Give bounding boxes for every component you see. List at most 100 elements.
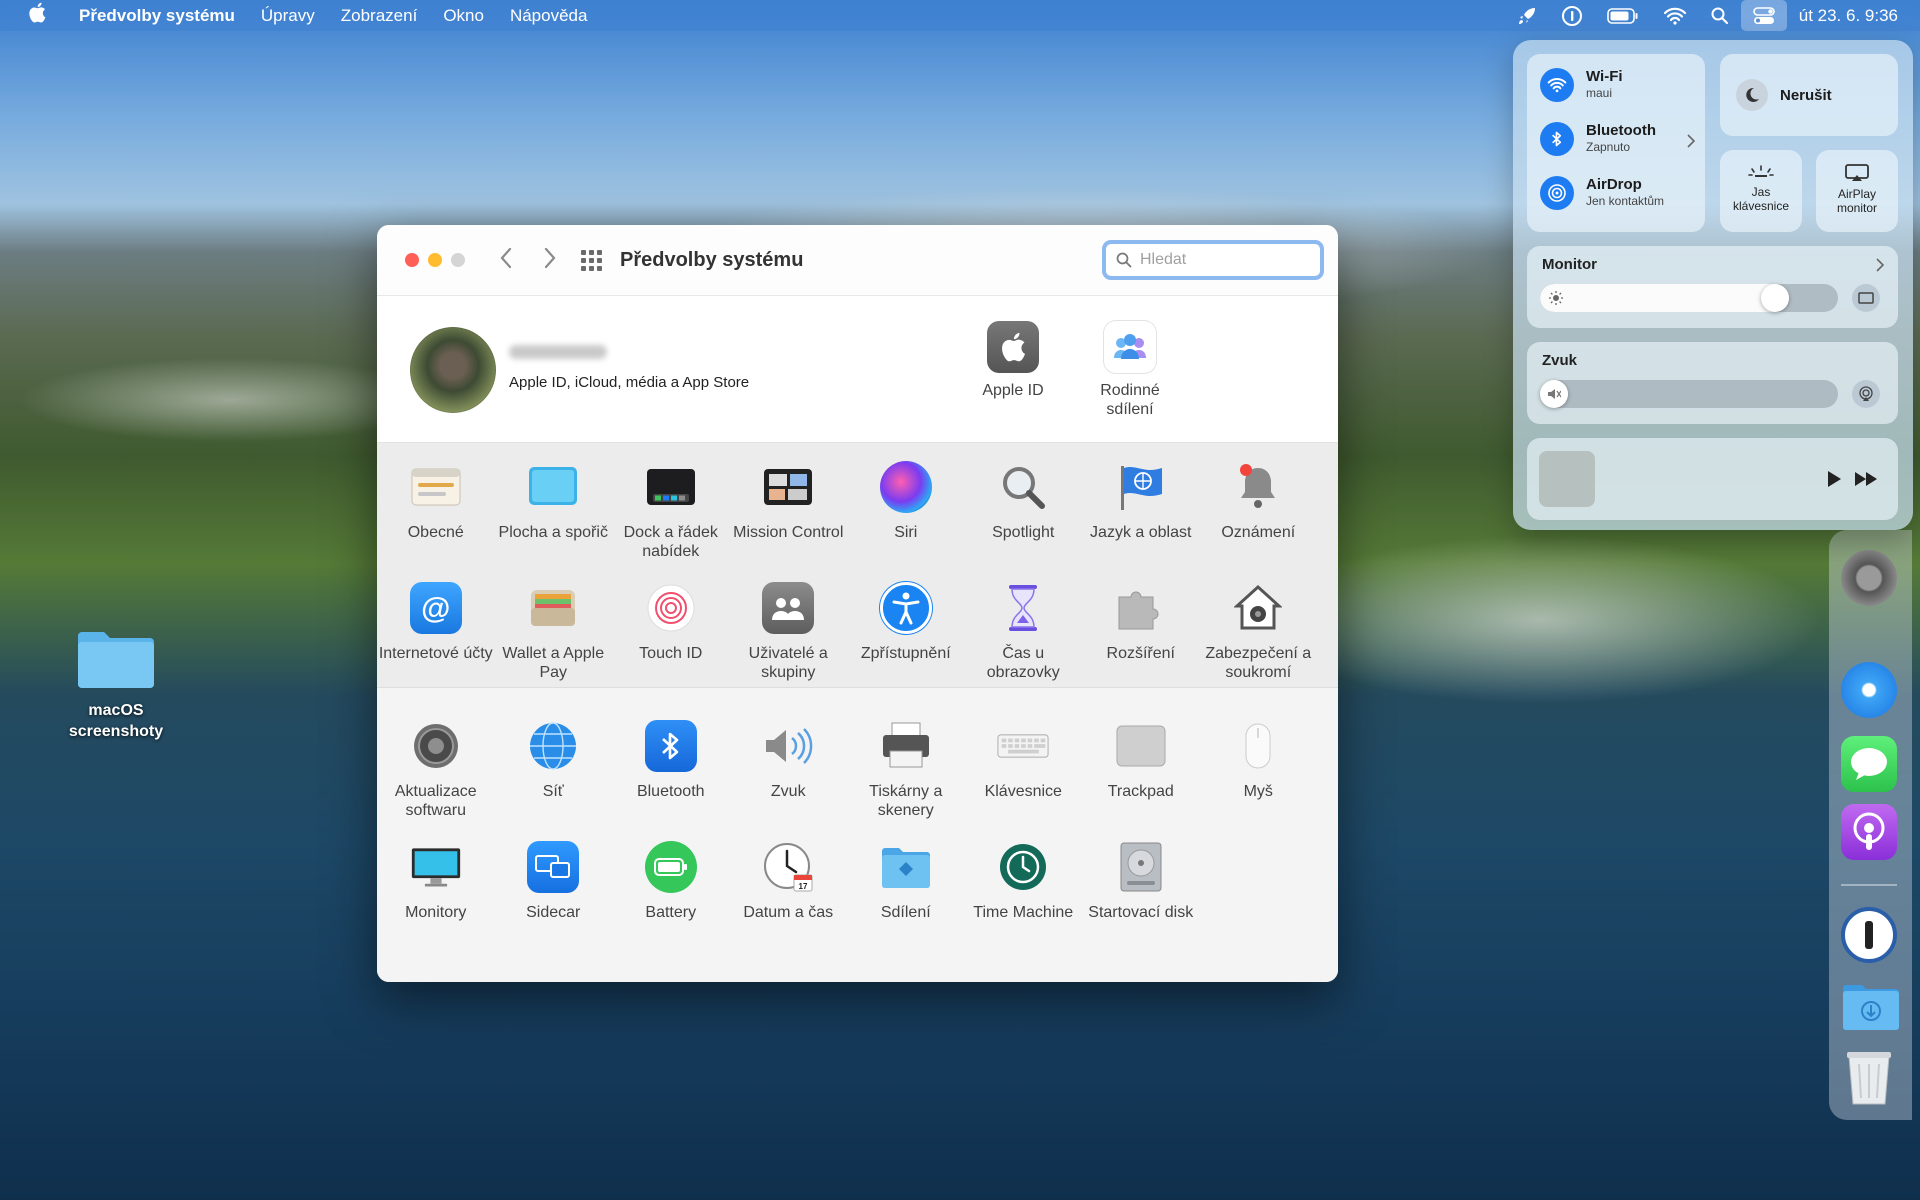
keyboard-brightness-button[interactable]: Jas klávesnice [1720,150,1802,232]
1password-icon[interactable] [1841,907,1897,963]
zoom-button[interactable] [451,253,465,267]
apple-menu-icon[interactable] [0,2,66,29]
display-settings-icon[interactable] [1852,284,1880,312]
pref-mouse[interactable]: Myš [1200,720,1318,841]
bluetooth-status: Zapnuto [1586,140,1631,154]
pref-time-machine[interactable]: Time Machine [965,841,1083,962]
notifications-icon [1232,461,1284,513]
messages-icon[interactable] [1841,736,1897,792]
avatar[interactable] [410,327,496,413]
menu-edit[interactable]: Úpravy [248,6,328,26]
pref-users-groups[interactable]: Uživatelé a skupiny [730,582,848,703]
sound-title: Zvuk [1542,352,1578,369]
apple-id-icon [987,321,1039,373]
airdrop-toggle[interactable]: AirDrop Jen kontaktům [1540,176,1664,210]
pref-wallet[interactable]: Wallet a Apple Pay [495,582,613,703]
airdrop-icon [1540,176,1574,210]
pref-label: Aktualizace softwaru [394,783,477,819]
search-input[interactable] [1140,251,1310,269]
pref-printers[interactable]: Tiskárny a skenery [847,720,965,841]
podcasts-icon[interactable] [1841,804,1897,860]
pref-network[interactable]: Síť [495,720,613,841]
pref-accessibility[interactable]: Zpřístupnění [847,582,965,703]
search-icon [1116,252,1132,268]
wifi-status-icon[interactable] [1651,0,1699,31]
pref-startup-disk[interactable]: Startovací disk [1082,841,1200,962]
pref-sound[interactable]: Zvuk [730,720,848,841]
search-field[interactable] [1102,240,1324,280]
pref-family-sharing[interactable]: Rodinné sdílení [1075,321,1185,419]
pref-label: Datum a čas [743,904,834,921]
fast-forward-icon[interactable] [1854,471,1878,492]
pref-label: Rozšíření [1106,645,1175,662]
pref-keyboard[interactable]: Klávesnice [965,720,1083,841]
spotlight-search-icon[interactable] [1699,0,1741,31]
pref-dock[interactable]: Dock a řádek nabídek [612,461,730,582]
pref-desktop-screensaver[interactable]: Plocha a spořič [495,461,613,582]
pref-label: Rodinné sdílení [1100,382,1160,418]
menu-help[interactable]: Nápověda [497,6,601,26]
airplay-audio-icon[interactable] [1852,380,1880,408]
menu-window[interactable]: Okno [430,6,497,26]
apple-id-account-label[interactable]: Apple ID, iCloud, média a App Store [509,374,749,391]
pref-date-time[interactable]: 17 Datum a čas [730,841,848,962]
trash-icon[interactable] [1841,1046,1897,1105]
pref-security-privacy[interactable]: Zabezpečení a soukromí [1200,582,1318,703]
pref-apple-id[interactable]: Apple ID [958,321,1068,400]
pref-notifications[interactable]: Oznámení [1200,461,1318,582]
airplay-display-button[interactable]: AirPlay monitor [1816,150,1898,232]
menu-view[interactable]: Zobrazení [328,6,431,26]
sound-volume-slider[interactable] [1540,380,1838,408]
monitor-chevron-right-icon[interactable] [1876,258,1885,277]
now-playing-module [1527,438,1898,520]
pref-general[interactable]: Obecné [377,461,495,582]
pref-spotlight[interactable]: Spotlight [965,461,1083,582]
system-preferences-icon[interactable] [1841,550,1897,606]
back-chevron-icon[interactable] [499,246,513,274]
bluetooth-toggle[interactable]: Bluetooth Zapnuto [1540,122,1656,156]
pref-sidecar[interactable]: Sidecar [495,841,613,962]
pref-extensions[interactable]: Rozšíření [1082,582,1200,703]
pref-internet-accounts[interactable]: @ Internetové účty [377,582,495,703]
control-center-icon[interactable] [1740,0,1787,31]
play-icon[interactable] [1826,470,1842,493]
pref-trackpad[interactable]: Trackpad [1082,720,1200,841]
time-machine-icon [997,841,1049,893]
rocket-icon[interactable] [1505,0,1549,31]
forward-chevron-icon[interactable] [543,246,557,274]
pref-label: Battery [645,904,697,921]
pref-software-update[interactable]: Aktualizace softwaru [377,720,495,841]
menu-app-name[interactable]: Předvolby systému [66,6,248,26]
monitor-brightness-slider[interactable] [1540,284,1838,312]
pref-displays[interactable]: Monitory [377,841,495,962]
desktop-folder[interactable]: macOS screenshoty [56,628,176,742]
pref-siri[interactable]: Siri [847,461,965,582]
pref-label: Time Machine [973,904,1074,921]
touch-id-icon [645,582,697,634]
sound-slider-knob[interactable] [1540,380,1568,408]
startup-disk-icon [1115,841,1167,893]
pref-bluetooth[interactable]: Bluetooth [612,720,730,841]
network-tile: Wi-Fi maui Bluetooth Zapnuto AirDrop Jen ko… [1527,54,1705,232]
battery-status-icon[interactable] [1595,0,1651,31]
downloads-icon[interactable] [1841,982,1899,1038]
pref-sharing[interactable]: Sdílení [847,841,965,962]
traffic-lights [405,253,465,267]
minimize-button[interactable] [428,253,442,267]
pref-touch-id[interactable]: Touch ID [612,582,730,703]
pref-battery[interactable]: Battery [612,841,730,962]
menu-bar: Předvolby systému Úpravy Zobrazení Okno … [0,0,1920,31]
show-all-grid-icon[interactable] [581,249,602,271]
printers-icon [880,720,932,772]
pref-mission-control[interactable]: Mission Control [730,461,848,582]
1password-menu-icon[interactable] [1549,0,1595,31]
safari-icon[interactable] [1841,662,1897,718]
wifi-toggle[interactable]: Wi-Fi maui [1540,68,1623,102]
menu-clock[interactable]: út 23. 6. 9:36 [1787,6,1920,26]
bluetooth-chevron-right-icon[interactable] [1687,134,1696,153]
bluetooth-small-icon [1540,122,1574,156]
dnd-toggle[interactable]: Nerušit [1720,54,1898,136]
close-button[interactable] [405,253,419,267]
pref-screen-time[interactable]: Čas u obrazovky [965,582,1083,703]
pref-language-region[interactable]: Jazyk a oblast [1082,461,1200,582]
